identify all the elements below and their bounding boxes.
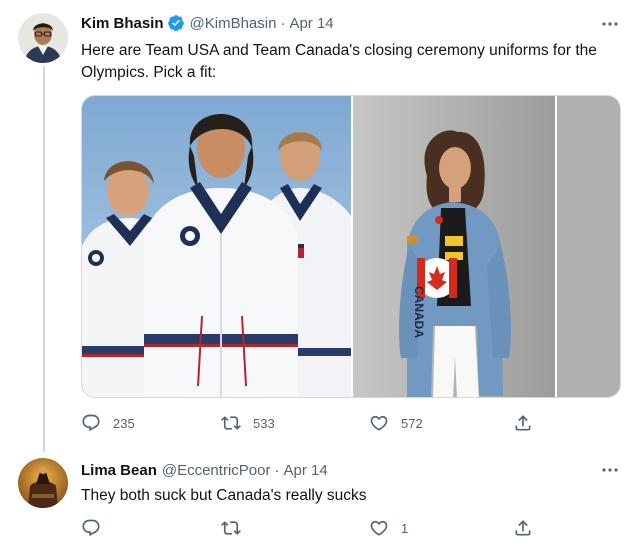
tweet-kim-bhasin[interactable]: Kim Bhasin @KimBhasin · Apr 14 Here are … <box>0 0 640 452</box>
like-button[interactable]: 572 <box>369 412 423 434</box>
share-button[interactable] <box>513 517 533 539</box>
like-icon <box>370 415 388 431</box>
reply-count: 235 <box>113 415 135 431</box>
author-name[interactable]: Lima Bean <box>81 462 157 479</box>
reply-button[interactable]: 235 <box>81 412 135 434</box>
reply-icon <box>82 414 100 432</box>
avatar-lima-bean[interactable] <box>18 458 68 508</box>
avatar-kim-bhasin-image <box>18 13 68 63</box>
verified-icon <box>167 14 185 32</box>
more-icon[interactable] <box>600 14 620 34</box>
tweet-text: They both suck but Canada's really sucks <box>81 487 367 504</box>
retweet-count: 533 <box>253 415 275 431</box>
team-usa-uniforms-photo[interactable] <box>82 96 351 397</box>
author-handle[interactable]: @KimBhasin <box>190 15 277 32</box>
team-canada-uniform-photo[interactable]: CANADA <box>353 96 555 397</box>
tweet-text: Here are Team USA and Team Canada's clos… <box>81 42 597 81</box>
third-photo-partial[interactable] <box>557 96 620 397</box>
reply-icon <box>82 519 100 537</box>
like-button[interactable]: 1 <box>369 517 408 539</box>
like-count: 1 <box>401 520 409 536</box>
tweet-lima-bean[interactable]: Lima Bean @EccentricPoor · Apr 14 They b… <box>0 452 640 549</box>
author-handle[interactable]: @EccentricPoor <box>162 462 271 479</box>
retweet-icon <box>221 521 241 535</box>
tweet-header: Kim Bhasin @KimBhasin · Apr 14 <box>81 13 334 33</box>
avatar-lima-bean-image <box>18 458 68 508</box>
tweet-date[interactable]: Apr 14 <box>283 462 327 479</box>
separator-dot: · <box>274 461 280 479</box>
more-icon[interactable] <box>600 460 620 480</box>
share-icon <box>515 415 531 431</box>
like-count: 572 <box>401 415 423 431</box>
share-button[interactable] <box>513 412 533 434</box>
media-carousel[interactable]: CANADA <box>81 95 621 398</box>
tweet-actions: 235 533 572 <box>81 412 541 434</box>
avatar-kim-bhasin[interactable] <box>18 13 68 63</box>
tweet-header: Lima Bean @EccentricPoor · Apr 14 <box>81 460 328 480</box>
author-name[interactable]: Kim Bhasin <box>81 15 164 32</box>
tweet-actions: 1 <box>81 517 541 539</box>
like-icon <box>370 520 388 536</box>
retweet-icon <box>221 416 241 430</box>
retweet-button[interactable] <box>221 517 253 539</box>
separator-dot: · <box>280 14 286 32</box>
share-icon <box>515 520 531 536</box>
tweet-date[interactable]: Apr 14 <box>289 15 333 32</box>
reply-button[interactable] <box>81 517 113 539</box>
retweet-button[interactable]: 533 <box>221 412 275 434</box>
canada-jacket-lettering: CANADA <box>412 286 426 338</box>
